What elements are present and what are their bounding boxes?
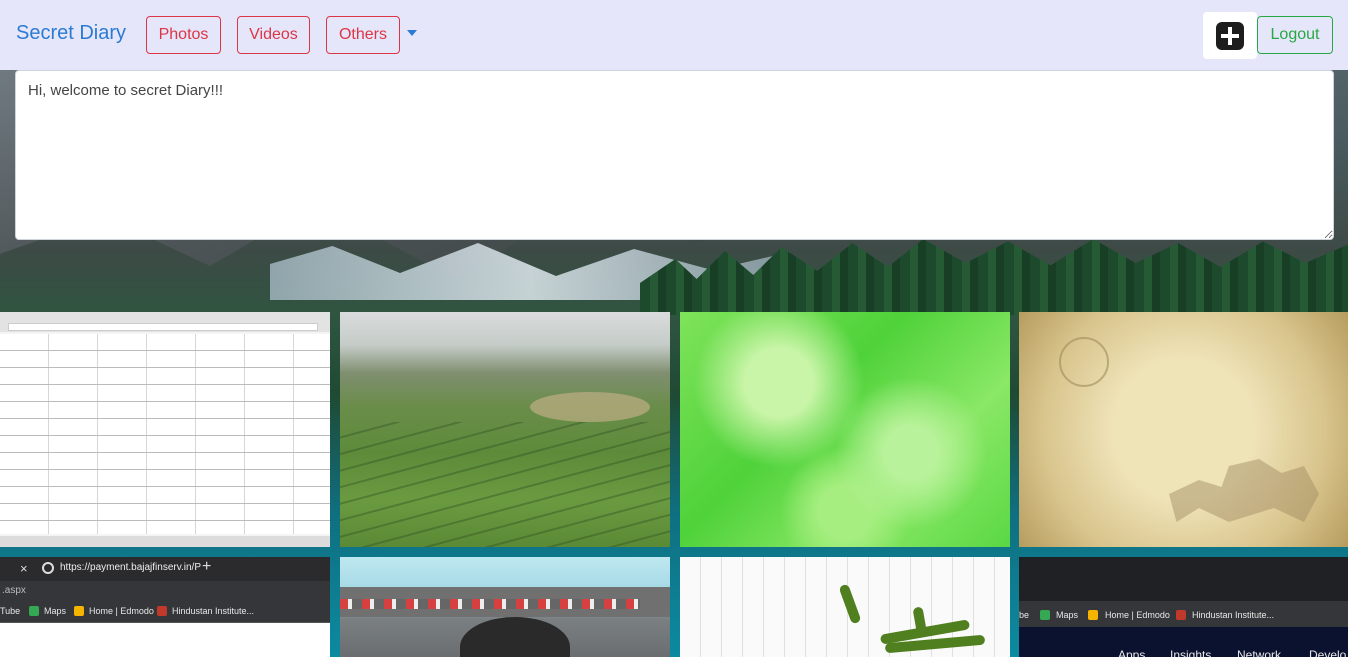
bookmark-item: be — [1019, 610, 1030, 620]
nav-link: Insights — [1170, 648, 1212, 657]
brand-link[interactable]: Secret Diary — [16, 22, 126, 45]
videos-button[interactable]: Videos — [237, 16, 310, 54]
navbar: Secret Diary Photos Videos Others Logout — [0, 0, 1348, 70]
edmodo-icon — [1088, 610, 1098, 620]
add-entry-button[interactable] — [1203, 12, 1257, 59]
bookmark-item: Maps — [44, 606, 67, 616]
gallery-image[interactable]: be Maps Home | Edmodo Hindustan Institut… — [1019, 557, 1348, 657]
new-tab-icon: + — [202, 558, 212, 575]
globe-icon — [42, 562, 54, 574]
gallery-image[interactable] — [340, 557, 670, 657]
nav-link: Apps — [1118, 648, 1146, 657]
gallery-image[interactable] — [0, 312, 330, 547]
address-text: .aspx — [2, 585, 26, 596]
close-tab-icon: × — [20, 561, 28, 576]
others-button[interactable]: Others — [326, 16, 400, 54]
nav-link: Network — [1237, 648, 1282, 657]
bookmark-item: Home | Edmodo — [89, 606, 154, 616]
institute-icon — [1176, 610, 1186, 620]
edmodo-icon — [74, 606, 84, 616]
bookmark-item: Hindustan Institute... — [1192, 610, 1275, 620]
maps-icon — [29, 606, 39, 616]
gallery-image[interactable] — [680, 312, 1010, 547]
bookmark-item: Maps — [1056, 610, 1079, 620]
gallery-image[interactable]: × https://payment.bajajfinserv.in/P + .a… — [0, 557, 330, 657]
chevron-down-icon[interactable] — [407, 30, 417, 36]
bookmark-item: Home | Edmodo — [1105, 610, 1170, 620]
clock-drawing — [1059, 337, 1109, 387]
gallery-image[interactable] — [1019, 312, 1348, 547]
carriage-drawing — [1169, 459, 1319, 522]
logout-button[interactable]: Logout — [1257, 16, 1333, 54]
bookmark-item: Hindustan Institute... — [172, 606, 255, 616]
plus-square-icon — [1216, 22, 1244, 50]
gallery-image[interactable] — [340, 312, 670, 547]
photos-button[interactable]: Photos — [146, 16, 221, 54]
nav-link: Develo — [1309, 648, 1347, 657]
maps-icon — [1040, 610, 1050, 620]
tab-url: https://payment.bajajfinserv.in/P — [60, 562, 201, 573]
bookmark-item: Tube — [0, 606, 21, 616]
institute-icon — [157, 606, 167, 616]
diary-textarea[interactable]: Hi, welcome to secret Diary!!! — [15, 70, 1334, 240]
gallery-image[interactable] — [680, 557, 1010, 657]
